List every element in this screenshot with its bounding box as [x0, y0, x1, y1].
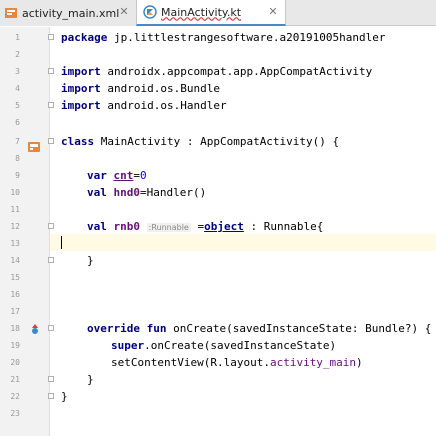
code-text: override fun onCreate(savedInstanceState… [87, 322, 432, 335]
fold-marker[interactable] [48, 34, 54, 40]
code-text: } [87, 373, 94, 386]
line-number: 15 [10, 273, 20, 282]
tab-main-activity-kt[interactable]: MainActivity.kt ✕ [136, 0, 286, 26]
kotlin-file-icon [143, 5, 157, 19]
line-number: 3 [15, 67, 20, 76]
line-number: 1 [15, 33, 20, 42]
fold-marker[interactable] [48, 102, 54, 108]
code-line: 11 [0, 201, 436, 218]
code-line: 5 import android.os.Handler [0, 97, 436, 114]
tab-label: MainActivity.kt [161, 5, 242, 19]
code-line: 18 override fun onCreate(savedInstanceSt… [0, 320, 436, 337]
code-line: 20 setContentView(R.layout.activity_main… [0, 354, 436, 371]
line-number: 23 [10, 409, 20, 418]
fold-marker[interactable] [48, 376, 54, 382]
line-number: 7 [15, 137, 20, 146]
code-text: val hnd0=Handler() [87, 186, 207, 199]
code-line: 13 [0, 235, 436, 252]
code-text: super.onCreate(savedInstanceState) [111, 339, 337, 352]
line-number: 12 [10, 222, 20, 231]
tab-activity-main-xml[interactable]: activity_main.xml ✕ [0, 0, 136, 26]
code-line: 7 class MainActivity : AppCompatActivity… [0, 133, 436, 150]
code-line: 6 [0, 114, 436, 131]
code-line: 23 [0, 405, 436, 422]
line-number: 21 [10, 375, 20, 384]
fold-marker[interactable] [48, 257, 54, 263]
code-line: 21 } [0, 371, 436, 388]
fold-marker[interactable] [48, 138, 54, 144]
line-number: 5 [15, 101, 20, 110]
code-text: } [61, 390, 68, 403]
line-number: 16 [10, 290, 20, 299]
fold-marker[interactable] [48, 325, 54, 331]
line-number: 14 [10, 256, 20, 265]
line-number: 19 [10, 341, 20, 350]
code-line: 22 } [0, 388, 436, 405]
fold-marker[interactable] [48, 223, 54, 229]
code-text: import androidx.appcompat.app.AppCompatA… [61, 65, 373, 78]
code-text: } [87, 254, 94, 267]
code-text: class MainActivity : AppCompatActivity()… [61, 135, 340, 148]
line-number: 20 [10, 358, 20, 367]
editor-tab-bar: activity_main.xml ✕ MainActivity.kt ✕ [0, 0, 436, 26]
line-number: 6 [15, 118, 20, 127]
code-line: 14 } [0, 252, 436, 269]
code-line: 15 [0, 269, 436, 286]
code-text: import android.os.Handler [61, 99, 227, 112]
line-number: 4 [15, 84, 20, 93]
tab-label: activity_main.xml [22, 6, 120, 20]
code-line: 10 val hnd0=Handler() [0, 184, 436, 201]
code-line: 2 [0, 46, 436, 63]
code-line: 8 [0, 150, 436, 167]
code-text: var cnt=0 [87, 169, 147, 182]
code-text: import android.os.Bundle [61, 82, 220, 95]
line-number: 9 [15, 171, 20, 180]
code-line: 9 var cnt=0 [0, 167, 436, 184]
line-number: 8 [15, 154, 20, 163]
xml-layout-icon [4, 6, 18, 20]
line-number: 18 [10, 324, 20, 333]
code-text: package jp.littlestrangesoftware.a201910… [61, 31, 386, 44]
code-text: setContentView(R.layout.activity_main) [111, 356, 363, 369]
fold-marker[interactable] [48, 68, 54, 74]
code-line: 16 [0, 286, 436, 303]
code-line: 3 import androidx.appcompat.app.AppCompa… [0, 63, 436, 80]
code-line: 1 package jp.littlestrangesoftware.a2019… [0, 29, 436, 46]
code-line: 12 val rnb0 :Runnable =object : Runnable… [0, 218, 436, 235]
line-number: 11 [10, 205, 20, 214]
close-icon[interactable]: ✕ [267, 6, 279, 18]
line-number: 17 [10, 307, 20, 316]
code-line: 4 import android.os.Bundle [0, 80, 436, 97]
code-text: val rnb0 :Runnable =object : Runnable{ [87, 220, 324, 233]
fold-marker[interactable] [48, 393, 54, 399]
close-icon[interactable]: ✕ [118, 6, 130, 18]
line-number: 13 [10, 239, 20, 248]
code-line: 19 super.onCreate(savedInstanceState) [0, 337, 436, 354]
line-number: 22 [10, 392, 20, 401]
type-hint: :Runnable [146, 223, 191, 232]
line-number: 10 [10, 188, 20, 197]
code-line: 17 [0, 303, 436, 320]
line-number: 2 [15, 50, 20, 59]
